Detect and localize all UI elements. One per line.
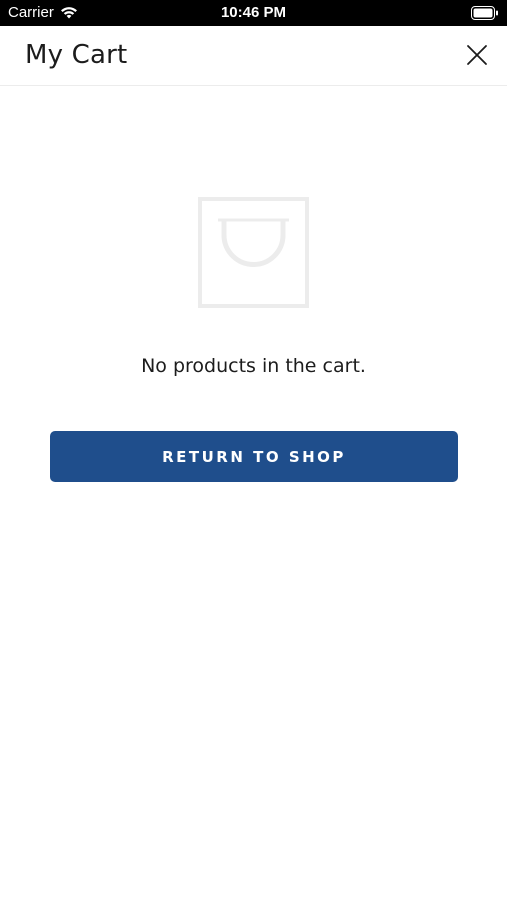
- return-to-shop-button[interactable]: RETURN TO SHOP: [50, 431, 458, 482]
- battery-icon: [471, 6, 499, 24]
- return-to-shop-label: RETURN TO SHOP: [162, 447, 346, 466]
- shopping-bag-icon: [198, 197, 309, 308]
- close-icon: [467, 45, 487, 65]
- cart-header: My Cart: [0, 26, 507, 86]
- empty-cart-message: No products in the cart.: [141, 355, 366, 377]
- status-bar: Carrier 10:46 PM: [0, 0, 507, 26]
- page-title: My Cart: [25, 40, 128, 70]
- close-button[interactable]: [463, 41, 491, 69]
- status-time: 10:46 PM: [220, 4, 287, 21]
